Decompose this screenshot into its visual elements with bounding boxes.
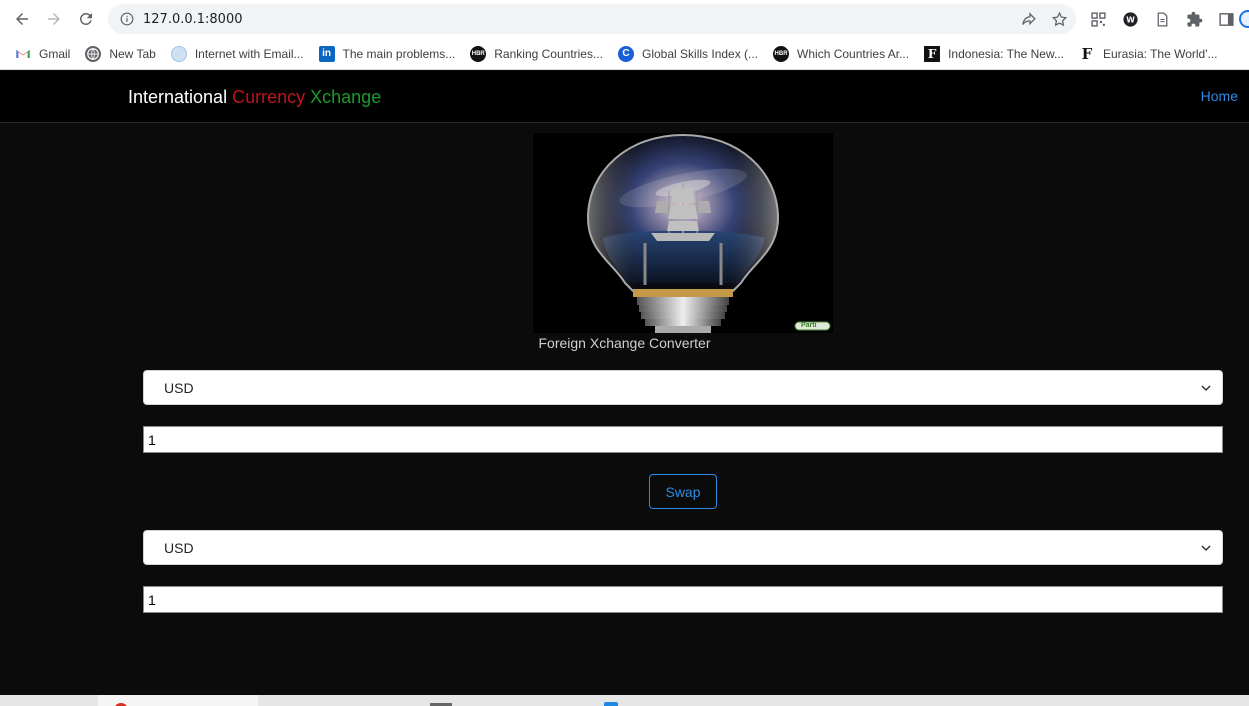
qr-icon <box>1091 11 1106 27</box>
extensions-button[interactable] <box>1184 9 1205 30</box>
bookmark-label: Internet with Email... <box>194 46 304 61</box>
address-bar[interactable]: 127.0.0.1:8000 <box>108 4 1076 34</box>
document-extension[interactable] <box>1152 9 1173 30</box>
back-button[interactable] <box>6 3 38 35</box>
site-brand[interactable]: International Currency Xchange <box>128 87 381 108</box>
coursera-icon: C <box>618 45 634 62</box>
extensions-area: W <box>1088 4 1237 34</box>
side-panel-button[interactable] <box>1216 9 1237 30</box>
bookmark-label: Gmail <box>39 46 71 61</box>
watermark: Parti <box>801 322 817 329</box>
forward-button[interactable] <box>38 3 70 35</box>
page-content: International Currency Xchange Home Part… <box>0 71 1249 695</box>
qr-extension[interactable] <box>1088 9 1109 30</box>
gmail-icon <box>15 46 31 62</box>
globe-icon <box>85 45 102 62</box>
lightbulb-galaxy-image <box>533 133 833 333</box>
arrow-left-icon <box>16 13 28 25</box>
document-icon <box>1157 11 1168 27</box>
bookmark-label: Indonesia: The New... <box>948 46 1064 61</box>
to-currency-value: USD <box>164 539 194 556</box>
bookmark-label: Global Skills Index (... <box>642 46 759 61</box>
forbes-icon: F <box>924 45 941 62</box>
to-amount-input[interactable]: 1 <box>143 586 1223 613</box>
edge-icon[interactable] <box>604 702 618 706</box>
omnibox-actions <box>1020 4 1068 34</box>
brand-xchange: Xchange <box>310 87 382 107</box>
bookmark-label: Eurasia: The World'... <box>1102 46 1218 61</box>
bookmark-label: New Tab <box>109 46 156 61</box>
hbr-icon: HBR <box>773 45 790 62</box>
browser-toolbar: 127.0.0.1:8000 W <box>0 0 1249 38</box>
bookmarks-bar: Gmail New Tab Internet with Email... in … <box>0 38 1249 70</box>
bookmark-eurasia[interactable]: F Eurasia: The World'... <box>1079 44 1218 63</box>
arrow-right-icon <box>48 13 60 25</box>
web-icon <box>170 45 187 62</box>
hero-image: Parti <box>533 133 833 333</box>
linkedin-icon: in <box>318 45 335 62</box>
chevron-down-icon <box>1201 385 1211 392</box>
bookmark-new-tab[interactable]: New Tab <box>85 45 156 62</box>
wordtune-extension[interactable]: W <box>1120 9 1141 30</box>
brand-currency: Currency <box>232 87 306 107</box>
share-icon[interactable] <box>1020 11 1037 28</box>
taskbar-active-item[interactable] <box>98 695 258 706</box>
info-icon[interactable] <box>120 12 134 26</box>
bookmark-ranking-countries[interactable]: HBR Ranking Countries... <box>470 45 603 62</box>
bookmark-indonesia[interactable]: F Indonesia: The New... <box>924 45 1064 62</box>
bookmark-label: Which Countries Ar... <box>797 46 910 61</box>
chevron-down-icon <box>1201 545 1211 552</box>
forbes-icon: F <box>1081 44 1093 63</box>
os-taskbar <box>0 695 1249 706</box>
svg-text:W: W <box>1126 15 1135 24</box>
bookmark-gmail[interactable]: Gmail <box>15 46 70 62</box>
to-currency-select[interactable]: USD <box>143 530 1223 565</box>
hbr-icon: HBR <box>470 45 487 62</box>
reload-icon <box>79 12 92 25</box>
bookmark-global-skills[interactable]: C Global Skills Index (... <box>618 45 759 62</box>
brand-international: International <box>128 87 228 107</box>
bookmark-label: Ranking Countries... <box>494 46 603 61</box>
bookmark-main-problems[interactable]: in The main problems... <box>318 45 456 62</box>
url-text[interactable]: 127.0.0.1:8000 <box>143 12 243 27</box>
swap-button[interactable]: Swap <box>649 474 717 509</box>
home-link[interactable]: Home <box>1201 88 1238 104</box>
bookmark-which-countries[interactable]: HBR Which Countries Ar... <box>773 45 910 62</box>
profile-avatar[interactable] <box>1239 10 1249 28</box>
reload-button[interactable] <box>70 3 102 35</box>
site-navbar: International Currency Xchange Home <box>0 71 1249 123</box>
bookmark-internet-email[interactable]: Internet with Email... <box>170 45 304 62</box>
from-amount-input[interactable]: 1 <box>143 426 1223 453</box>
bookmark-label: The main problems... <box>342 46 456 61</box>
side-panel-icon <box>1219 12 1234 26</box>
to-amount-value: 1 <box>148 591 156 608</box>
from-amount-value: 1 <box>148 431 156 448</box>
puzzle-icon <box>1187 11 1203 27</box>
from-currency-value: USD <box>164 379 194 396</box>
from-currency-select[interactable]: USD <box>143 370 1223 405</box>
converter-caption: Foreign Xchange Converter <box>538 335 711 351</box>
w-circle-icon: W <box>1123 11 1138 27</box>
star-icon[interactable] <box>1051 11 1068 28</box>
